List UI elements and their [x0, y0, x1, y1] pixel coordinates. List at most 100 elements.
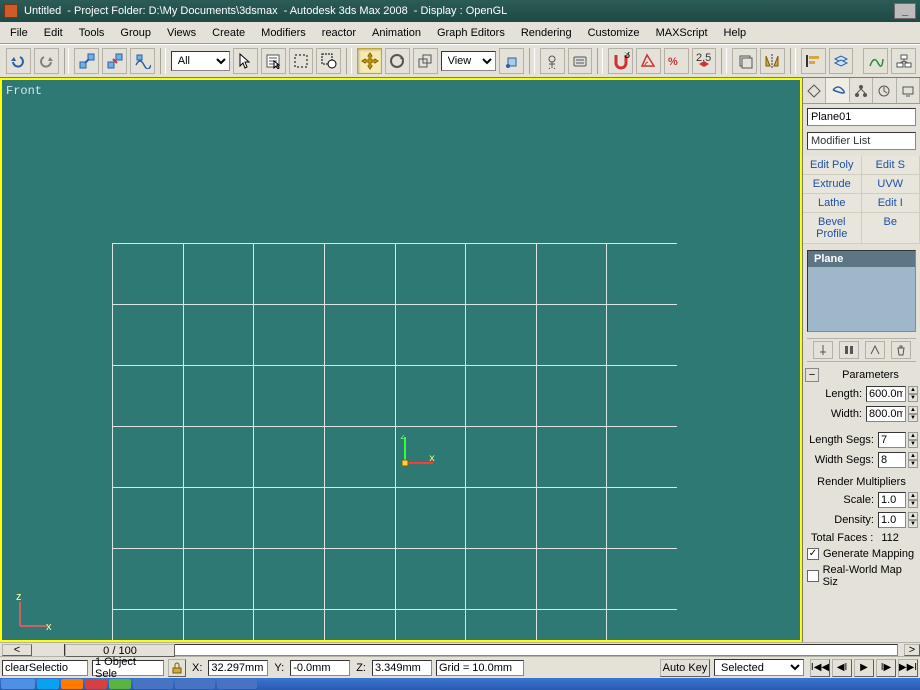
mod-btn-extrude[interactable]: Extrude — [803, 175, 862, 194]
lengthsegs-input[interactable] — [878, 432, 906, 448]
move-button[interactable] — [357, 48, 382, 74]
z-coord-input[interactable] — [372, 660, 432, 676]
mod-btn-bevelprofile[interactable]: Bevel Profile — [803, 213, 862, 244]
menu-help[interactable]: Help — [716, 25, 755, 41]
track-right-button[interactable]: > — [904, 644, 920, 656]
time-slider-thumb[interactable]: 0 / 100 — [65, 644, 175, 657]
link-button[interactable] — [74, 48, 99, 74]
menu-animation[interactable]: Animation — [364, 25, 429, 41]
tab-display[interactable] — [897, 78, 920, 103]
menu-customize[interactable]: Customize — [580, 25, 648, 41]
width-spinner[interactable]: ▲▼ — [908, 406, 918, 422]
tab-modify[interactable] — [826, 78, 849, 103]
menu-group[interactable]: Group — [112, 25, 159, 41]
autokey-button[interactable]: Auto Key — [660, 659, 710, 677]
y-coord-input[interactable] — [290, 660, 350, 676]
os-taskbar[interactable] — [0, 678, 920, 690]
maxscript-listener[interactable]: clearSelectio — [2, 660, 88, 676]
mod-btn-uvw[interactable]: UVW — [862, 175, 920, 194]
bind-spacewarp-button[interactable] — [130, 48, 155, 74]
tab-hierarchy[interactable] — [850, 78, 873, 103]
menu-reactor[interactable]: reactor — [314, 25, 364, 41]
goto-start-button[interactable]: I◀◀ — [810, 659, 830, 677]
x-coord-input[interactable] — [208, 660, 268, 676]
menu-maxscript[interactable]: MAXScript — [648, 25, 716, 41]
length-input[interactable] — [866, 386, 906, 402]
goto-end-button[interactable]: ▶▶I — [898, 659, 918, 677]
modifier-stack-item[interactable]: Plane — [808, 251, 915, 267]
widthsegs-spinner[interactable]: ▲▼ — [908, 452, 918, 468]
realworld-map-checkbox[interactable] — [807, 570, 819, 582]
modifier-list-dropdown[interactable]: Modifier List — [807, 132, 916, 150]
rect-select-region-button[interactable] — [289, 48, 314, 74]
length-spinner[interactable]: ▲▼ — [908, 386, 918, 402]
rollout-collapse-button[interactable]: − — [805, 368, 819, 382]
manipulate-button[interactable] — [540, 48, 565, 74]
unlink-button[interactable] — [102, 48, 127, 74]
scale-button[interactable] — [413, 48, 438, 74]
density-input[interactable] — [878, 512, 906, 528]
menu-create[interactable]: Create — [204, 25, 253, 41]
play-button[interactable]: ▶ — [854, 659, 874, 677]
next-frame-button[interactable]: I▶ — [876, 659, 896, 677]
menu-grapheditors[interactable]: Graph Editors — [429, 25, 513, 41]
viewport-front[interactable]: Front x z z x — [0, 78, 802, 642]
make-unique-button[interactable] — [865, 341, 885, 359]
mod-btn-editpoly[interactable]: Edit Poly — [803, 156, 862, 175]
layer-manager-button[interactable] — [829, 48, 854, 74]
widthsegs-input[interactable] — [878, 452, 906, 468]
menu-rendering[interactable]: Rendering — [513, 25, 580, 41]
keyboard-shortcut-override-button[interactable] — [568, 48, 593, 74]
selection-filter-dropdown[interactable]: All — [171, 51, 230, 71]
menu-edit[interactable]: Edit — [36, 25, 71, 41]
percent-snap-button[interactable]: % — [664, 48, 689, 74]
window-crossing-button[interactable] — [316, 48, 341, 74]
parameters-rollout-header[interactable]: − Parameters — [805, 368, 918, 382]
mod-btn-editi[interactable]: Edit I — [862, 194, 920, 213]
density-spinner[interactable]: ▲▼ — [908, 512, 918, 528]
scale-input[interactable] — [878, 492, 906, 508]
menu-views[interactable]: Views — [159, 25, 204, 41]
mod-btn-be[interactable]: Be — [862, 213, 920, 244]
mod-btn-edits[interactable]: Edit S — [862, 156, 920, 175]
reference-coord-dropdown[interactable]: View — [441, 51, 496, 71]
named-selection-sets-button[interactable] — [732, 48, 757, 74]
menu-file[interactable]: File — [2, 25, 36, 41]
remove-modifier-button[interactable] — [891, 341, 911, 359]
rotate-button[interactable] — [385, 48, 410, 74]
select-by-name-button[interactable] — [261, 48, 286, 74]
align-button[interactable] — [801, 48, 826, 74]
width-input[interactable] — [866, 406, 906, 422]
schematics-view-button[interactable] — [891, 48, 916, 74]
select-object-button[interactable] — [233, 48, 258, 74]
snap-toggle-button[interactable]: 3 — [608, 48, 633, 74]
redo-button[interactable] — [34, 48, 59, 74]
undo-button[interactable] — [6, 48, 31, 74]
selection-lock-button[interactable] — [168, 659, 186, 677]
pin-stack-button[interactable] — [813, 341, 833, 359]
curve-editor-button[interactable] — [863, 48, 888, 74]
minimize-button[interactable]: _ — [894, 3, 916, 19]
time-slider[interactable]: < 0 / 100 > — [0, 642, 920, 656]
generate-mapping-checkbox[interactable] — [807, 548, 819, 560]
spinner-snap-button[interactable]: 2.5 — [692, 48, 717, 74]
plane-object[interactable] — [112, 243, 677, 642]
tab-motion[interactable] — [873, 78, 896, 103]
time-slider-track[interactable]: 0 / 100 — [64, 644, 898, 656]
mod-btn-lathe[interactable]: Lathe — [803, 194, 862, 213]
object-name-field[interactable]: Plane01 — [807, 108, 916, 126]
tab-create[interactable] — [803, 78, 826, 103]
show-end-result-button[interactable] — [839, 341, 859, 359]
prev-frame-button[interactable]: ◀I — [832, 659, 852, 677]
track-left-button[interactable]: < — [2, 644, 32, 656]
key-filter-dropdown[interactable]: Selected — [714, 659, 804, 676]
lengthsegs-spinner[interactable]: ▲▼ — [908, 432, 918, 448]
modifier-stack[interactable]: Plane — [807, 250, 916, 332]
menu-tools[interactable]: Tools — [71, 25, 113, 41]
angle-snap-button[interactable] — [636, 48, 661, 74]
menu-modifiers[interactable]: Modifiers — [253, 25, 314, 41]
pivot-button[interactable] — [499, 48, 524, 74]
transform-gizmo[interactable]: x z — [397, 435, 437, 475]
scale-spinner[interactable]: ▲▼ — [908, 492, 918, 508]
mirror-button[interactable] — [760, 48, 785, 74]
